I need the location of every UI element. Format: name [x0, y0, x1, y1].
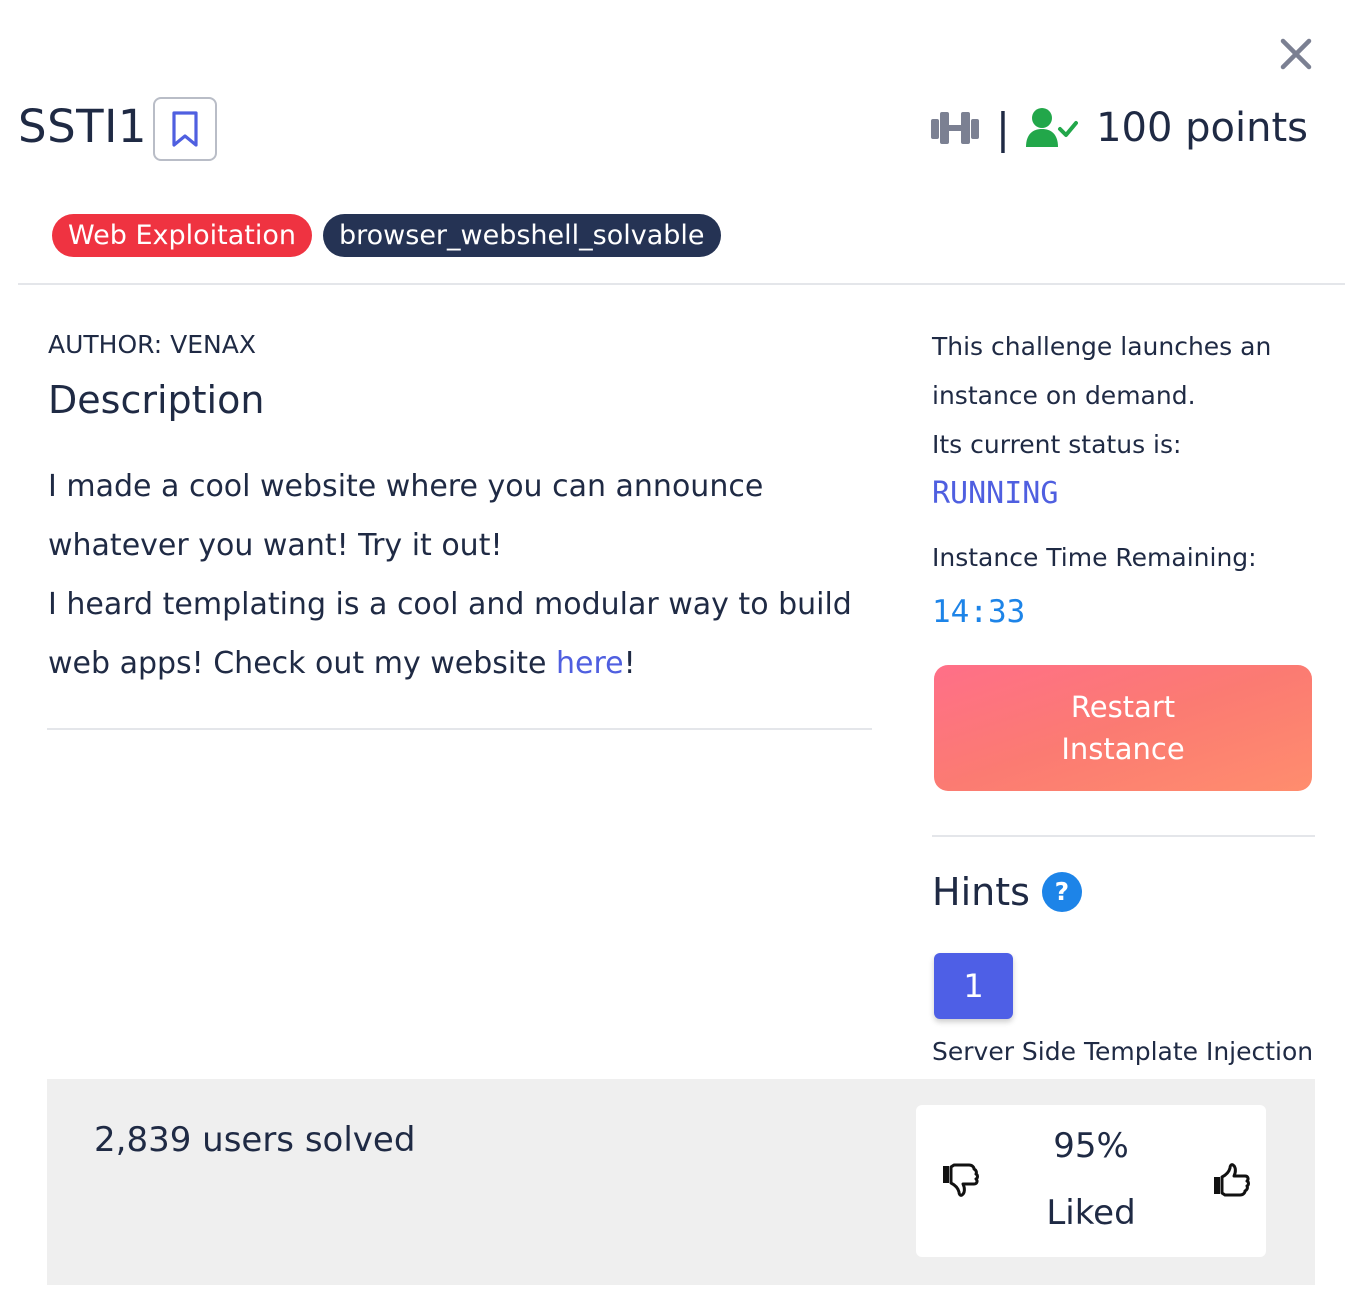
description-heading: Description [48, 378, 265, 422]
time-remaining-label: Instance Time Remaining: [932, 543, 1257, 572]
description-text: I made a cool website where you can anno… [48, 457, 868, 693]
meta-separator: | [995, 103, 1011, 153]
restart-button-label: Restart Instance [1061, 690, 1185, 766]
instance-info: This challenge launches an instance on d… [932, 322, 1312, 469]
tag-list: Web Exploitation browser_webshell_solvab… [52, 214, 721, 257]
tag-category[interactable]: Web Exploitation [52, 214, 312, 257]
thumbs-down-button[interactable] [940, 1160, 980, 1204]
status-label: Its current status is: [932, 430, 1182, 459]
description-body: I made a cool website where you can anno… [48, 469, 852, 681]
description-end: ! [623, 646, 636, 681]
hints-divider [932, 835, 1315, 837]
user-check-icon [1026, 108, 1079, 147]
challenge-meta: | 100 points [930, 98, 1308, 158]
tag-webshell[interactable]: browser_webshell_solvable [323, 214, 721, 257]
time-remaining-value: 14:33 [932, 594, 1026, 630]
thumbs-up-icon [1214, 1163, 1250, 1197]
website-link[interactable]: here [556, 646, 624, 681]
challenge-title: SSTI1 [18, 100, 148, 153]
author-label: AUTHOR: VENAX [48, 330, 256, 359]
header-divider [18, 283, 1345, 285]
thumbs-down-icon [943, 1163, 979, 1197]
instance-description: This challenge launches an instance on d… [932, 332, 1272, 410]
question-circle-icon[interactable]: ? [1041, 872, 1082, 912]
description-divider [47, 728, 872, 730]
hints-section: Hints ? [932, 870, 1082, 914]
bookmark-button[interactable] [153, 97, 217, 161]
hint-text: Server Side Template Injection [932, 1037, 1314, 1066]
close-button[interactable] [1278, 36, 1314, 72]
dumbbell-icon [930, 112, 979, 144]
points-value: 100 points [1096, 105, 1308, 151]
hint-button-1[interactable]: 1 [934, 953, 1013, 1019]
solved-count: 2,839 users solved [94, 1120, 416, 1160]
close-icon [1280, 38, 1312, 70]
hints-heading: Hints [932, 870, 1030, 914]
restart-instance-button[interactable]: Restart Instance [934, 665, 1312, 791]
thumbs-up-button[interactable] [1211, 1160, 1251, 1204]
instance-status: RUNNING [932, 476, 1059, 511]
bookmark-icon [172, 111, 198, 147]
